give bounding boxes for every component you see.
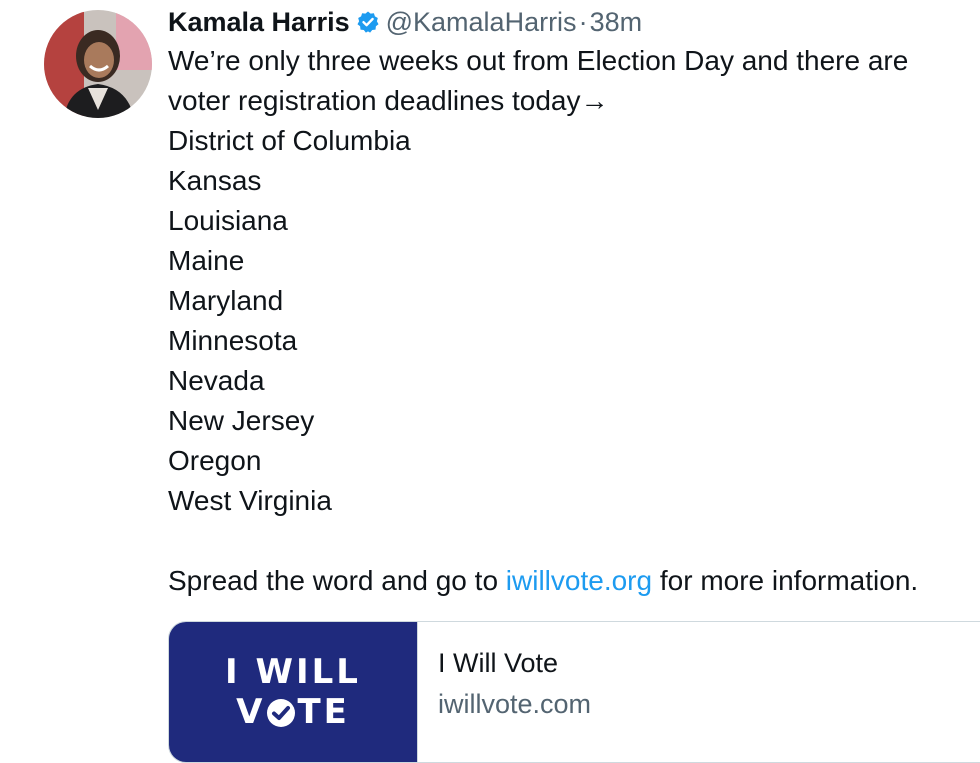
state-item: Nevada — [168, 365, 265, 396]
separator: · — [578, 7, 588, 37]
state-item: Maine — [168, 245, 245, 276]
check-circle-icon — [266, 697, 296, 727]
author-handle[interactable]: @KamalaHarris — [386, 7, 577, 37]
card-domain: iwillvote.com — [438, 689, 592, 719]
state-item: New Jersey — [168, 405, 315, 436]
card-body: I Will Vote iwillvote.com — [418, 622, 591, 762]
logo-line-1: I WILL — [225, 652, 361, 692]
tweet-text: We’re only three weeks out from Election… — [168, 41, 968, 601]
state-item: Oregon — [168, 445, 262, 476]
state-item: District of Columbia — [168, 125, 411, 156]
closing-text-before: Spread the word and go to — [168, 565, 506, 596]
closing-text-after: for more information. — [652, 565, 919, 596]
tweet-line: We’re only three weeks out from Election… — [168, 45, 909, 76]
iwillvote-link[interactable]: iwillvote.org — [506, 565, 652, 596]
closing-line: Spread the word and go to iwillvote.org … — [168, 561, 968, 601]
tweet-line: voter registration deadlines today→ — [168, 85, 609, 116]
card-logo-image: I WILL V TE — [169, 622, 418, 762]
state-item: Maryland — [168, 285, 284, 316]
link-preview-card[interactable]: I WILL V TE I Will Vote iwillvote.com — [168, 621, 980, 763]
logo-letter-v: V — [236, 692, 266, 732]
author-name[interactable]: Kamala Harris — [168, 7, 350, 37]
logo-letters-te: TE — [297, 692, 350, 732]
verified-badge-icon — [356, 7, 380, 33]
avatar[interactable] — [44, 10, 152, 118]
state-item: Kansas — [168, 165, 262, 196]
timestamp[interactable]: 38m — [590, 7, 643, 37]
tweet-header: Kamala Harris @KamalaHarris·38m — [168, 4, 642, 40]
state-item: Louisiana — [168, 205, 288, 236]
state-item: Minnesota — [168, 325, 298, 356]
state-item: West Virginia — [168, 485, 332, 516]
logo-line-2: V TE — [236, 692, 350, 732]
card-title[interactable]: I Will Vote — [438, 644, 591, 682]
